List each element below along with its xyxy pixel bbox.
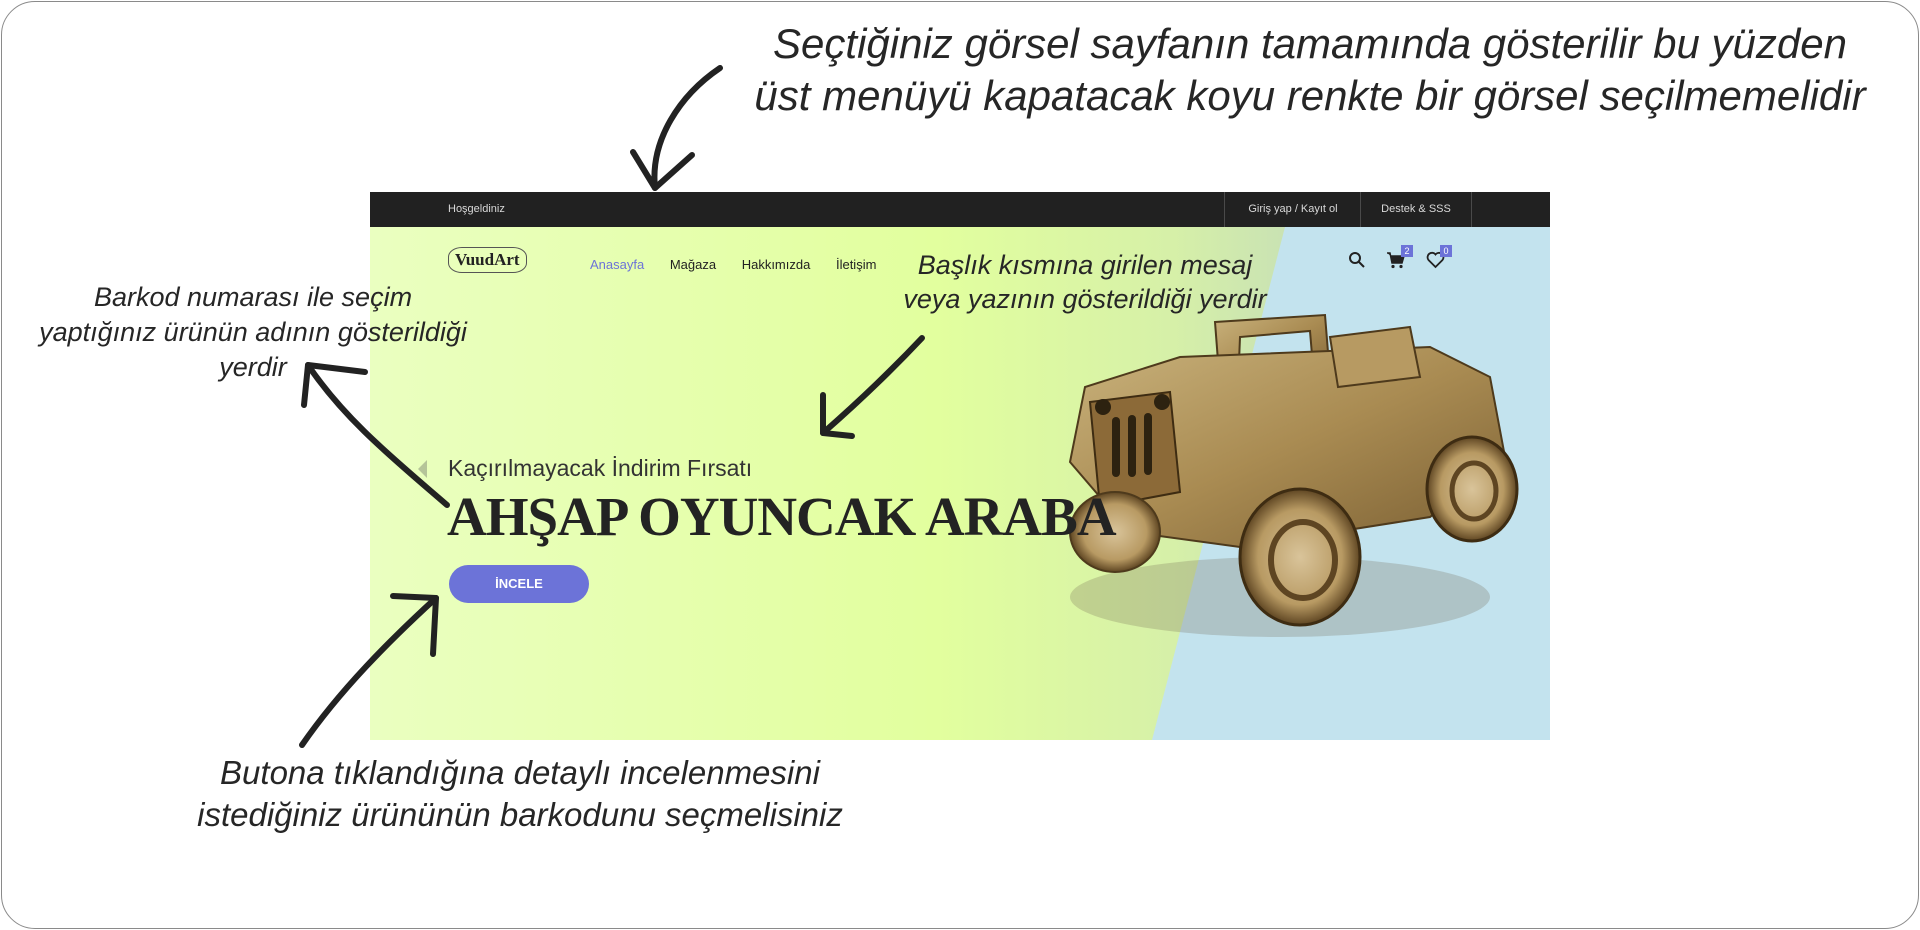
annotation-left-line: yerdir [219, 352, 287, 382]
annotation-left: Barkod numarası ile seçim yaptığınız ürü… [18, 280, 488, 385]
site-logo[interactable]: VuudArt [448, 247, 527, 273]
annotation-left-line: yaptığınız ürünün adının gösterildiği [39, 317, 467, 347]
inspect-button[interactable]: İNCELE [449, 565, 589, 603]
annotation-top-line: Seçtiğiniz görsel sayfanın tamamında gös… [773, 20, 1847, 67]
main-nav: Anasayfa Mağaza Hakkımızda İletişim [590, 257, 898, 272]
hero-subtitle: Kaçırılmayacak İndirim Fırsatı [448, 455, 753, 481]
annotation-bottom: Butona tıklandığına detaylı incelenmesin… [160, 752, 880, 836]
annotation-bottom-line: Butona tıklandığına detaylı incelenmesin… [220, 754, 820, 791]
heart-icon[interactable]: 0 [1426, 245, 1452, 275]
annotation-top-line: üst menüyü kapatacak koyu renkte bir gör… [754, 72, 1866, 119]
top-bar: Hoşgeldiniz Giriş yap / Kayıt ol Destek … [370, 192, 1550, 227]
welcome-text: Hoşgeldiniz [448, 203, 505, 215]
annotation-title-line: veya yazının gösterildiği yerdir [903, 284, 1267, 314]
nav-item-contact[interactable]: İletişim [836, 257, 876, 272]
annotation-title-line: Başlık kısmına girilen mesaj [917, 250, 1253, 280]
hero-title: AHŞAP OYUNCAK ARABA [447, 486, 1117, 547]
cart-icon[interactable]: 2 [1386, 245, 1413, 275]
annotation-top: Seçtiğiniz görsel sayfanın tamamında gös… [720, 18, 1900, 122]
search-icon[interactable] [1348, 251, 1366, 275]
nav-item-home[interactable]: Anasayfa [590, 257, 644, 272]
wishlist-badge: 0 [1440, 245, 1452, 257]
cart-badge: 2 [1401, 245, 1413, 257]
annotation-left-line: Barkod numarası ile seçim [93, 282, 413, 312]
slider-prev-icon[interactable] [418, 460, 427, 478]
support-link[interactable]: Destek & SSS [1360, 192, 1472, 227]
annotation-title-area: Başlık kısmına girilen mesaj veya yazını… [880, 248, 1290, 316]
nav-item-store[interactable]: Mağaza [670, 257, 716, 272]
login-link[interactable]: Giriş yap / Kayıt ol [1224, 192, 1361, 227]
nav-item-about[interactable]: Hakkımızda [742, 257, 811, 272]
annotation-bottom-line: istediğiniz ürününün barkodunu seçmelisi… [197, 796, 843, 833]
